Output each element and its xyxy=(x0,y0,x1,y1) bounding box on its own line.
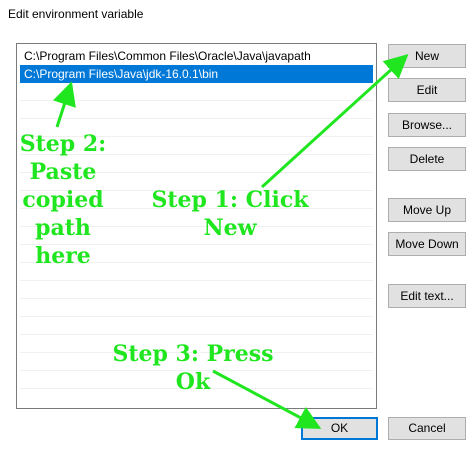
arrow-icon xyxy=(212,369,322,429)
annotation-arrows xyxy=(53,53,409,429)
arrow-icon xyxy=(260,53,409,189)
arrow-icon xyxy=(53,81,76,128)
